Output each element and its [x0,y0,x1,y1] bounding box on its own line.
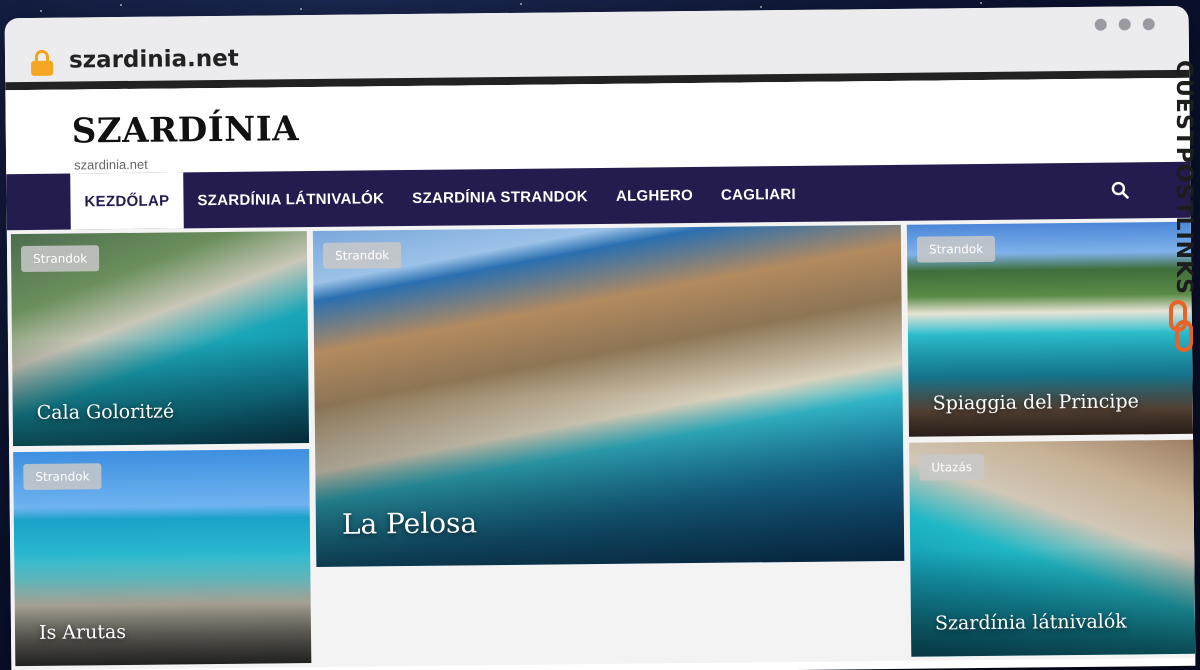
web-page: SZARDÍNIA szardinia.net KEZDŐLAP SZARDÍN… [5,77,1196,670]
browser-toolbar: szardinia.net [4,5,1190,91]
featured-card-main[interactable]: Strandok La Pelosa [312,224,905,567]
category-badge[interactable]: Utazás [919,453,985,481]
search-icon[interactable] [1110,180,1130,200]
card-title[interactable]: Spiaggia del Principe [933,390,1139,414]
star [760,6,762,8]
watermark-text: GUESTPOSTLINKS [1171,60,1196,295]
star [300,8,302,10]
star [40,10,42,12]
card-title[interactable]: La Pelosa [342,506,478,540]
featured-grid: Strandok Cala Goloritzé Strandok Is Arut… [7,218,1196,670]
category-badge[interactable]: Strandok [23,463,102,491]
star [980,2,982,4]
star [520,3,522,5]
nav-item-latnivalok[interactable]: SZARDÍNIA LÁTNIVALÓK [183,170,398,228]
site-title[interactable]: SZARDÍNIA [72,109,300,151]
address-bar-url[interactable]: szardinia.net [69,46,239,74]
link-icon [1169,300,1193,352]
window-dot[interactable] [1142,18,1155,31]
featured-card[interactable]: Strandok Is Arutas [13,449,312,667]
featured-card[interactable]: Utazás Szardínia látnivalók [909,439,1196,657]
site-header: SZARDÍNIA szardinia.net [5,77,1191,175]
card-title[interactable]: Is Arutas [39,621,126,644]
window-controls [1094,18,1155,31]
featured-card[interactable]: Strandok Cala Goloritzé [10,231,310,447]
featured-card[interactable]: Strandok Spiaggia del Principe [906,221,1193,437]
category-badge[interactable]: Strandok [916,235,996,263]
lock-icon [31,49,54,76]
nav-item-alghero[interactable]: ALGHERO [602,167,708,224]
category-badge[interactable]: Strandok [322,242,402,269]
card-title[interactable]: Cala Goloritzé [37,400,175,423]
category-badge[interactable]: Strandok [20,245,100,273]
window-dot[interactable] [1094,18,1107,31]
nav-item-kezdolap[interactable]: KEZDŐLAP [70,172,184,230]
nav-item-strandok[interactable]: SZARDÍNIA STRANDOK [398,168,602,226]
browser-window: szardinia.net SZARDÍNIA szardinia.net KE… [4,5,1196,670]
star [120,4,122,6]
card-title[interactable]: Szardínia látnivalók [935,610,1127,634]
window-dot[interactable] [1118,18,1131,31]
site-tagline: szardinia.net [74,156,148,173]
nav-item-cagliari[interactable]: CAGLIARI [707,166,810,223]
